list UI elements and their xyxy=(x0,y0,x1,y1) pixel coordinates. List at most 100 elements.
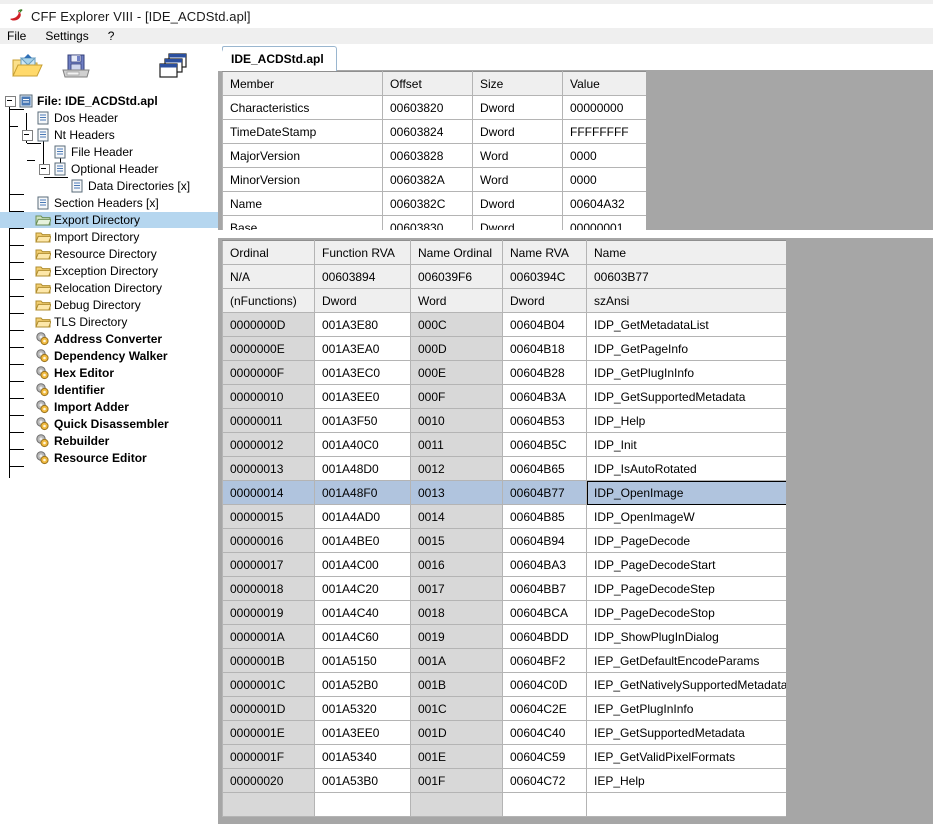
cell-name-rva[interactable]: 00604B3A xyxy=(502,384,587,409)
column-header-value[interactable]: Value xyxy=(562,71,646,96)
cell-name-rva[interactable]: 00604B53 xyxy=(502,408,587,433)
cell-name[interactable]: IEP_GetDefaultEncodeParams xyxy=(586,648,786,673)
cell-function-rva[interactable]: 001A48F0 xyxy=(314,480,411,505)
cell-name-rva[interactable]: 00604BB7 xyxy=(502,576,587,601)
cell-name[interactable]: IEP_GetPlugInInfo xyxy=(586,696,786,721)
cell-name-rva[interactable]: 00604C59 xyxy=(502,744,587,769)
table-row[interactable] xyxy=(222,792,786,817)
open-file-button[interactable] xyxy=(9,48,45,84)
cell-name-rva[interactable]: 00604B28 xyxy=(502,360,587,385)
column-header-name-ordinal[interactable]: Name Ordinal xyxy=(410,240,503,265)
table-row[interactable]: Characteristics 00603820 Dword 00000000 xyxy=(222,95,646,120)
cell-function-rva[interactable]: 001A4C40 xyxy=(314,600,411,625)
cell-function-rva[interactable]: 001A52B0 xyxy=(314,672,411,697)
cell-value[interactable]: FFFFFFFF xyxy=(562,119,646,144)
cell-name-rva[interactable]: 00604B18 xyxy=(502,336,587,361)
cell-function-rva[interactable]: 001A3E80 xyxy=(314,312,411,337)
cell-name-rva[interactable]: 00604BCA xyxy=(502,600,587,625)
table-row[interactable]: 00000017 001A4C00 0016 00604BA3 IDP_Page… xyxy=(222,552,786,577)
cell-name-rva[interactable]: 00604BDD xyxy=(502,624,587,649)
menu-item-settings[interactable]: Settings xyxy=(45,29,88,43)
tree-item-relocation-directory[interactable]: Relocation Directory xyxy=(35,280,162,296)
tree-expander-optional-header[interactable] xyxy=(39,164,50,175)
pane-splitter[interactable] xyxy=(218,230,933,238)
cell-name[interactable]: IDP_Init xyxy=(586,432,786,457)
cell-value[interactable]: 0000 xyxy=(562,143,646,168)
cell-name[interactable]: IEP_GetValidPixelFormats xyxy=(586,744,786,769)
table-row[interactable]: 0000001A 001A4C60 0019 00604BDD IDP_Show… xyxy=(222,624,786,649)
cell-name-focused[interactable]: IDP_OpenImage xyxy=(586,480,786,505)
tree-item-root[interactable]: File: IDE_ACDStd.apl xyxy=(18,93,158,109)
cascade-windows-button[interactable] xyxy=(155,48,191,84)
table-row[interactable]: Base 00603830 Dword 00000001 xyxy=(222,215,646,230)
cell-value[interactable]: 00604A32 xyxy=(562,191,646,216)
column-header-name[interactable]: Name xyxy=(586,240,786,265)
table-row[interactable]: 0000001D 001A5320 001C 00604C2E IEP_GetP… xyxy=(222,696,786,721)
cell-function-rva[interactable]: 001A3F50 xyxy=(314,408,411,433)
tree-item-dos-header[interactable]: Dos Header xyxy=(35,110,118,126)
tree-item-nt-headers[interactable]: Nt Headers xyxy=(35,127,115,143)
tree-item-tls-directory[interactable]: TLS Directory xyxy=(35,314,127,330)
cell-value[interactable]: 00000000 xyxy=(562,95,646,120)
cell-function-rva[interactable]: 001A5320 xyxy=(314,696,411,721)
column-header-function-rva[interactable]: Function RVA xyxy=(314,240,411,265)
table-row[interactable]: 00000015 001A4AD0 0014 00604B85 IDP_Open… xyxy=(222,504,786,529)
cell-name[interactable]: IDP_ShowPlugInDialog xyxy=(586,624,786,649)
cell-name-rva[interactable]: 00604C2E xyxy=(502,696,587,721)
cell-name[interactable]: IDP_GetMetadataList xyxy=(586,312,786,337)
cell-value[interactable]: 0000 xyxy=(562,167,646,192)
table-row[interactable]: 0000000F 001A3EC0 000E 00604B28 IDP_GetP… xyxy=(222,360,786,385)
cell-name[interactable]: IDP_Help xyxy=(586,408,786,433)
cell-name-rva[interactable]: 00604B94 xyxy=(502,528,587,553)
navigation-tree[interactable]: File: IDE_ACDStd.apl Dos Header Nt Heade… xyxy=(0,88,218,824)
cell-function-rva[interactable]: 001A5150 xyxy=(314,648,411,673)
cell-name-rva[interactable]: 00604B5C xyxy=(502,432,587,457)
table-row[interactable]: 0000000E 001A3EA0 000D 00604B18 IDP_GetP… xyxy=(222,336,786,361)
table-row[interactable]: 00000016 001A4BE0 0015 00604B94 IDP_Page… xyxy=(222,528,786,553)
cell-name[interactable]: IEP_GetSupportedMetadata xyxy=(586,720,786,745)
cell-name-rva[interactable]: 00604C0D xyxy=(502,672,587,697)
cell-function-rva[interactable]: 001A3EC0 xyxy=(314,360,411,385)
table-row[interactable]: Name 0060382C Dword 00604A32 xyxy=(222,191,646,216)
column-header-size[interactable]: Size xyxy=(472,71,563,96)
tree-expander-root[interactable] xyxy=(5,96,16,107)
table-row[interactable]: 00000011 001A3F50 0010 00604B53 IDP_Help xyxy=(222,408,786,433)
cell-function-rva[interactable]: 001A4C20 xyxy=(314,576,411,601)
cell-name-rva[interactable]: 00604B85 xyxy=(502,504,587,529)
tree-item-import-directory[interactable]: Import Directory xyxy=(35,229,139,245)
cell-function-rva[interactable]: 001A3EE0 xyxy=(314,384,411,409)
table-row[interactable]: 0000001E 001A3EE0 001D 00604C40 IEP_GetS… xyxy=(222,720,786,745)
table-row[interactable]: 00000010 001A3EE0 000F 00604B3A IDP_GetS… xyxy=(222,384,786,409)
tree-expander-nt-headers[interactable] xyxy=(22,130,33,141)
cell-function-rva[interactable]: 001A40C0 xyxy=(314,432,411,457)
cell-name[interactable] xyxy=(586,792,786,817)
menu-item-file[interactable]: File xyxy=(7,29,26,43)
cell-name[interactable]: IDP_GetSupportedMetadata xyxy=(586,384,786,409)
table-row-selected[interactable]: 00000014 001A48F0 0013 00604B77 IDP_Open… xyxy=(222,480,786,505)
tree-item-resource-directory[interactable]: Resource Directory xyxy=(35,246,157,262)
cell-name[interactable]: IEP_GetNativelySupportedMetadata xyxy=(586,672,786,697)
cell-function-rva[interactable]: 001A3EE0 xyxy=(314,720,411,745)
table-row[interactable]: 00000018 001A4C20 0017 00604BB7 IDP_Page… xyxy=(222,576,786,601)
cell-function-rva[interactable]: 001A5340 xyxy=(314,744,411,769)
cell-name-rva[interactable]: 00604B04 xyxy=(502,312,587,337)
column-header-ordinal[interactable]: Ordinal xyxy=(222,240,315,265)
cell-name[interactable]: IDP_IsAutoRotated xyxy=(586,456,786,481)
cell-function-rva[interactable]: 001A4C00 xyxy=(314,552,411,577)
tree-item-import-adder[interactable]: Import Adder xyxy=(35,399,129,415)
cell-name-rva[interactable]: 00604BA3 xyxy=(502,552,587,577)
cell-function-rva[interactable]: 001A4BE0 xyxy=(314,528,411,553)
tree-item-section-headers[interactable]: Section Headers [x] xyxy=(35,195,159,211)
cell-function-rva[interactable]: 001A48D0 xyxy=(314,456,411,481)
cell-name-rva[interactable]: 00604B77 xyxy=(502,480,587,505)
table-row[interactable]: 0000001C 001A52B0 001B 00604C0D IEP_GetN… xyxy=(222,672,786,697)
tree-item-exception-directory[interactable]: Exception Directory xyxy=(35,263,158,279)
cell-name-rva[interactable]: 00604C72 xyxy=(502,768,587,793)
table-row[interactable]: MinorVersion 0060382A Word 0000 xyxy=(222,167,646,192)
column-header-member[interactable]: Member xyxy=(222,71,383,96)
tree-item-debug-directory[interactable]: Debug Directory xyxy=(35,297,141,313)
table-row[interactable]: TimeDateStamp 00603824 Dword FFFFFFFF xyxy=(222,119,646,144)
cell-name-rva[interactable]: 00604C40 xyxy=(502,720,587,745)
cell-value[interactable]: 00000001 xyxy=(562,215,646,230)
menu-item-help[interactable]: ? xyxy=(108,29,115,43)
